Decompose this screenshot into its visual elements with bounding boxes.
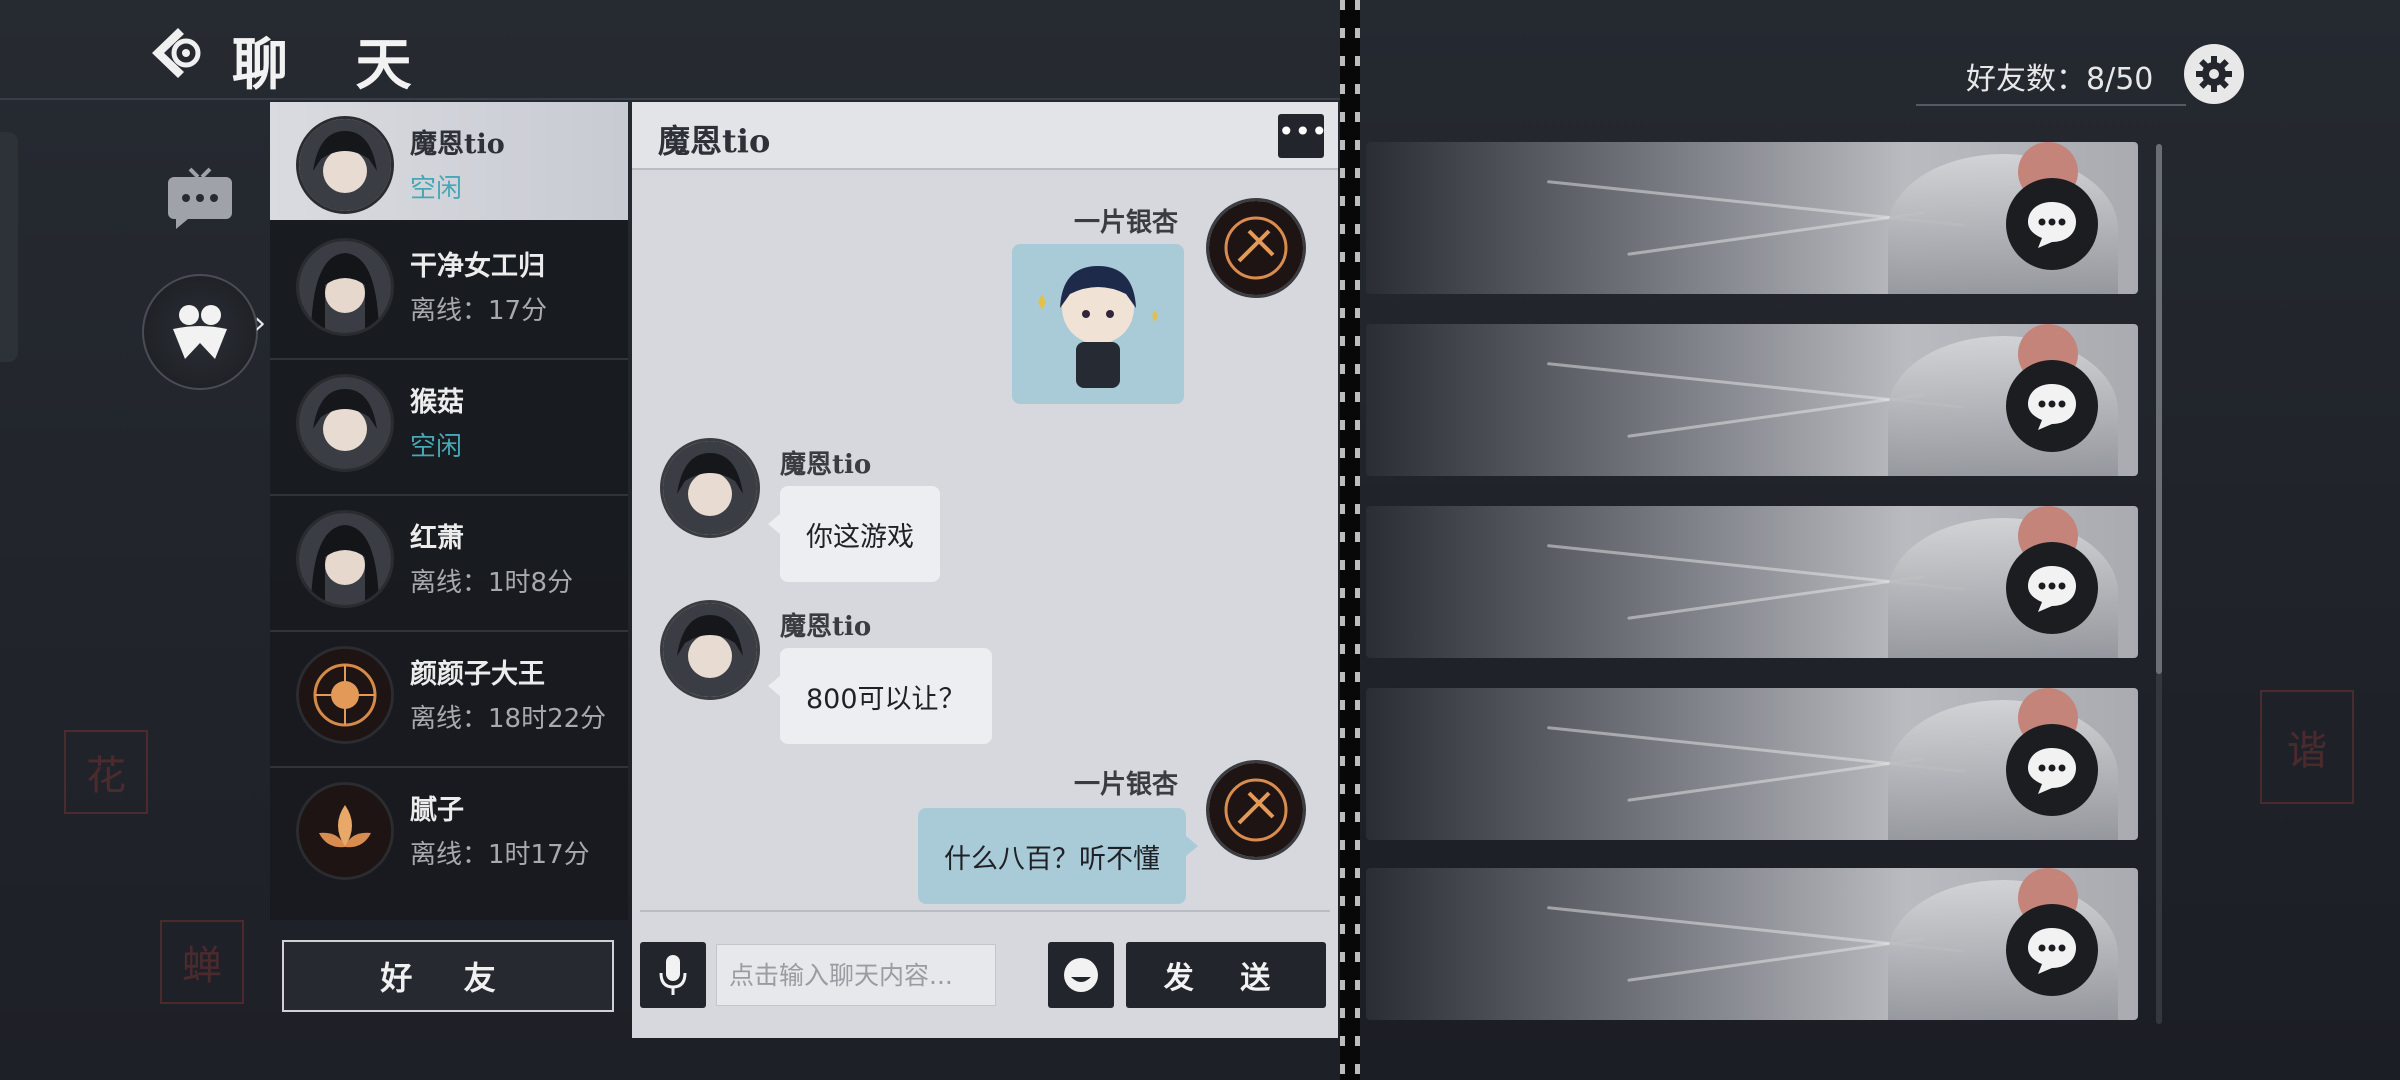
tab-friends[interactable] [140,272,260,392]
friend-list-item[interactable]: 猴菇 空闲 [270,360,628,496]
film-strip-divider [1340,0,1360,1080]
chat-input[interactable] [716,944,996,1006]
card-chat-button[interactable] [2006,178,2098,270]
friend-list-item[interactable]: 干净女工归 离线：17分 [270,224,628,360]
card-decoration [1627,757,1925,802]
count-underline [1916,104,2186,106]
friend-card[interactable] [1366,142,2138,294]
friend-list: 魔恩tio 空闲 干净女工归 离线：17分 猴菇 空闲 红萧 离线：1时8分 颜… [270,102,628,920]
back-button[interactable] [148,24,206,82]
friend-card[interactable] [1366,324,2138,476]
message-sender: 魔恩tio [780,450,872,480]
friend-name: 干净女工归 [410,251,545,282]
chat-bubble-icon [2028,384,2076,430]
avatar [660,438,760,538]
chat-bubble-icon [2028,928,2076,974]
decorative-seal: 谐 [2260,690,2354,804]
more-dots-icon: ••• [1278,115,1328,148]
chat-bubble-icon [2028,202,2076,248]
friend-status: 空闲 [410,432,463,462]
send-button[interactable]: 发 送 [1126,942,1326,1008]
friend-name: 颜颜子大王 [410,659,545,690]
page-title: 聊 天 [232,32,436,98]
message-bubble[interactable]: 你这游戏 [768,486,940,582]
friends-tab-highlight [142,274,258,390]
friend-count: 好友数：8/50 [1966,62,2154,97]
friend-card[interactable] [1366,688,2138,840]
avatar [296,238,394,336]
friend-name: 魔恩tio [410,129,505,160]
side-drawer-handle[interactable] [0,132,18,362]
avatar [296,510,394,608]
avatar [1206,198,1306,298]
friend-status: 空闲 [410,174,463,204]
header-divider [0,98,1340,100]
microphone-icon [659,955,687,995]
decorative-seal: 花 [64,730,148,814]
friend-name: 猴菇 [410,387,464,418]
active-tab-arrow-icon: › [254,306,266,341]
card-decoration [1627,937,1925,982]
decorative-seal: 蝉 [160,920,244,1004]
card-decoration [1627,211,1925,256]
more-options-button[interactable]: ••• [1278,114,1328,158]
avatar [296,116,394,214]
message-sender: 一片银杏 [1074,208,1179,238]
friend-card[interactable] [1366,506,2138,658]
sticker-message[interactable] [1012,244,1184,404]
chat-panel: 魔恩tio ••• 一片银杏 魔恩tio 你这游戏 魔恩tio 800可以让？ … [632,102,1338,1038]
message-sender: 魔恩tio [780,612,872,642]
voice-button[interactable] [640,942,706,1008]
chat-bubble-icon [2028,748,2076,794]
friend-list-item[interactable]: 颜颜子大王 离线：18时22分 [270,632,628,768]
friend-list-item[interactable]: 腻子 离线：1时17分 [270,768,628,902]
friend-card[interactable] [1366,868,2138,1020]
gear-icon [2196,56,2232,92]
friends-icon [173,305,227,359]
chat-tv-icon [168,167,232,229]
emoji-button[interactable] [1048,942,1114,1008]
card-decoration [1627,575,1925,620]
chat-bubble-icon [2028,566,2076,612]
message-bubble[interactable]: 800可以让？ [768,648,992,744]
friend-status: 离线：17分 [410,296,548,326]
avatar [1206,760,1306,860]
card-chat-button[interactable] [2006,904,2098,996]
chibi-sticker-image [1038,266,1158,388]
settings-button[interactable] [2184,44,2244,104]
chat-title: 魔恩tio [658,122,771,160]
avatar [296,646,394,744]
card-chat-button[interactable] [2006,724,2098,816]
card-chat-button[interactable] [2006,360,2098,452]
friend-name: 腻子 [410,795,464,826]
friend-status: 离线：18时22分 [410,704,607,734]
card-chat-button[interactable] [2006,542,2098,634]
message-bubble[interactable]: 什么八百？听不懂 [918,808,1198,904]
avatar [296,374,394,472]
avatar [296,782,394,880]
chat-header: 魔恩tio ••• [632,102,1338,170]
scrollbar-thumb[interactable] [2156,144,2162,674]
card-decoration [1627,393,1925,438]
friend-status: 离线：1时8分 [410,568,574,598]
friend-list-item[interactable]: 红萧 离线：1时8分 [270,496,628,632]
friend-status: 离线：1时17分 [410,840,590,870]
input-divider [640,910,1330,912]
friends-button[interactable]: 好 友 [282,940,614,1012]
emoji-icon [1064,958,1098,992]
back-arrow-icon [152,28,201,78]
friend-list-item[interactable]: 魔恩tio 空闲 [270,102,628,220]
friend-name: 红萧 [410,523,464,554]
avatar [660,600,760,700]
tab-chat[interactable] [140,140,260,260]
message-sender: 一片银杏 [1074,770,1179,800]
